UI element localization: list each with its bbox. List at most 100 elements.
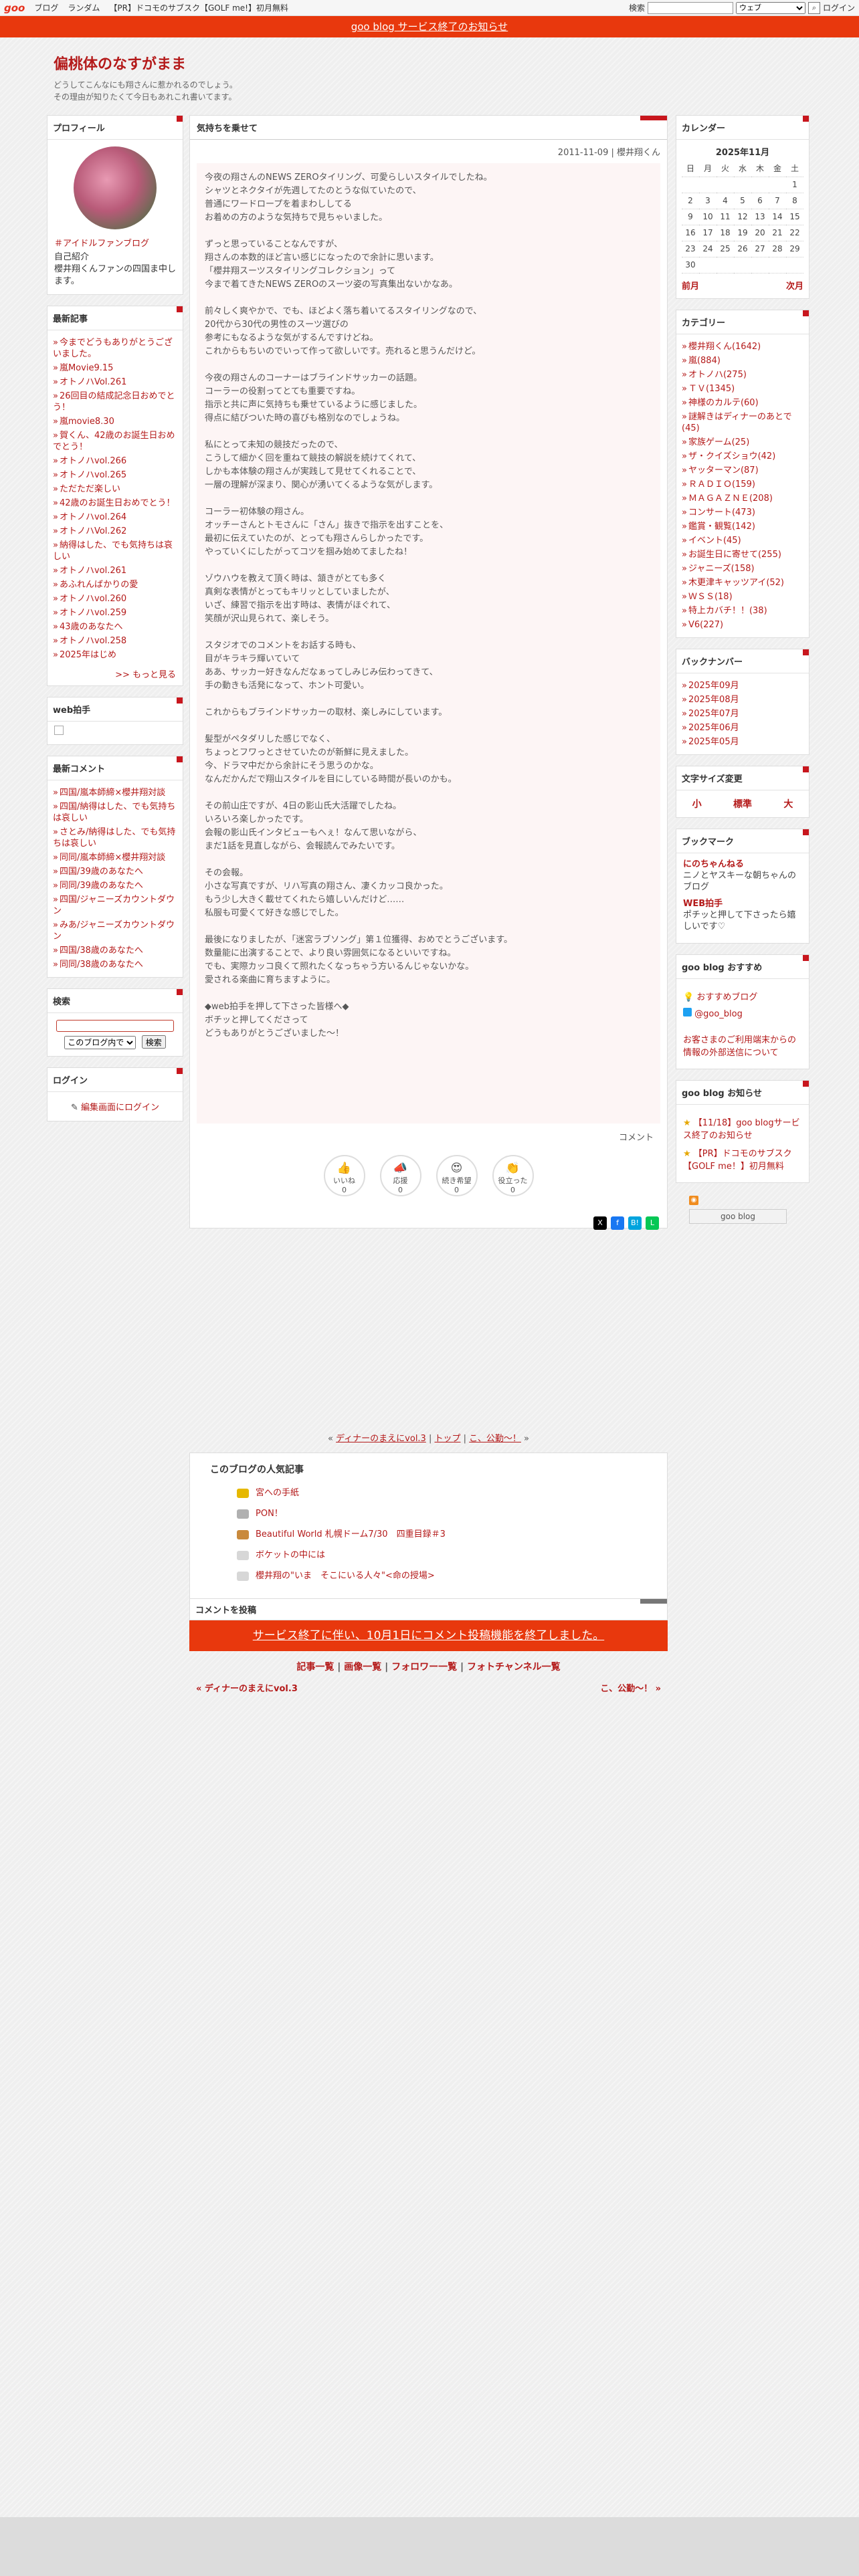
photo-channel-link[interactable]: フォトチャンネル一覧: [467, 1662, 561, 1673]
recent-post-item[interactable]: » オトノハvol.266: [53, 455, 177, 467]
category-item-link[interactable]: 特上カバチ！！(38): [688, 606, 767, 616]
recent-post-item-link[interactable]: オトノハVol.261: [60, 377, 126, 387]
followers-link[interactable]: フォロワー一覧: [391, 1662, 457, 1673]
hatena-share-icon[interactable]: B!: [628, 1216, 642, 1230]
category-item-link[interactable]: V6(227): [688, 620, 723, 630]
pager-top[interactable]: トップ: [435, 1434, 461, 1444]
font-normal-button[interactable]: 標準: [733, 797, 752, 811]
category-item[interactable]: » 家族ゲーム(25): [682, 437, 803, 448]
recent-post-item[interactable]: » オトノハvol.261: [53, 565, 177, 576]
goo-news-link-1[interactable]: 【11/18】goo blogサービス終了のお知らせ: [683, 1118, 800, 1141]
category-item-link[interactable]: オトノハ(275): [688, 370, 747, 380]
comment-link[interactable]: コメント: [619, 1133, 654, 1143]
next-post-link[interactable]: こ、公勤〜！ »: [600, 1681, 661, 1694]
category-item[interactable]: » ジャニーズ(158): [682, 563, 803, 574]
top-search-input[interactable]: [647, 1, 733, 14]
blog-search-input[interactable]: [56, 1020, 174, 1032]
recent-post-item-link[interactable]: 2025年はじめ: [60, 650, 116, 660]
category-item-link[interactable]: ＴＶ(1345): [688, 384, 735, 394]
category-item-link[interactable]: 家族ゲーム(25): [688, 437, 749, 447]
popular-item[interactable]: 櫻井翔の"いま そこにいる人々"<命の授場>: [237, 1568, 647, 1581]
recommend-blog-link[interactable]: おすすめブログ: [696, 992, 757, 1002]
goo-blog-badge[interactable]: goo blog: [689, 1208, 787, 1224]
popular-item-link[interactable]: Beautiful World 札幌ドーム7/30 四重目録＃3: [256, 1529, 446, 1539]
category-item[interactable]: » ＴＶ(1345): [682, 383, 803, 395]
recent-post-item-link[interactable]: オトノハvol.258: [60, 636, 126, 646]
prev-post-link[interactable]: « ディナーのまえにvol.3: [196, 1681, 298, 1694]
recent-comment-item[interactable]: » さとみ/納得はした、でも気持ちは哀しい: [53, 827, 177, 849]
backnumber-item[interactable]: » 2025年09月: [682, 680, 803, 691]
pager-next[interactable]: こ、公勤〜！: [469, 1434, 521, 1444]
category-item[interactable]: » 特上カバチ！！(38): [682, 605, 803, 617]
recent-post-item-link[interactable]: あふれんばかりの愛: [60, 580, 138, 590]
entry-title[interactable]: 気持ちを乗せて: [190, 116, 667, 140]
recent-comment-item[interactable]: » 四国/39歳のあなたへ: [53, 866, 177, 877]
blog-search-button[interactable]: 検索: [141, 1035, 166, 1049]
category-item-link[interactable]: イベント(45): [688, 536, 741, 546]
popular-item-link[interactable]: ボケットの中には: [256, 1550, 325, 1560]
facebook-share-icon[interactable]: f: [611, 1216, 624, 1230]
recent-post-item-link[interactable]: オトノハvol.261: [60, 566, 126, 576]
goo-news-link-2[interactable]: 【PR】ドコモのサブスク【GOLF me！】初月無料: [683, 1149, 792, 1172]
recent-post-item-link[interactable]: ただただ楽しい: [60, 484, 120, 494]
recent-post-item[interactable]: » オトノハvol.264: [53, 512, 177, 523]
recent-comment-item-link[interactable]: 四国/ジャニーズカウントダウン: [53, 895, 175, 916]
category-item-link[interactable]: ＲＡＤＩＯ(159): [688, 479, 755, 490]
backnumber-item[interactable]: » 2025年07月: [682, 708, 803, 720]
top-link-pr[interactable]: 【PR】ドコモのサブスク【GOLF me!】初月無料: [109, 2, 288, 13]
recent-comment-item-link[interactable]: 同同/39歳のあなたへ: [60, 881, 143, 891]
category-item-link[interactable]: お誕生日に寄せて(255): [688, 550, 781, 560]
pager-prev[interactable]: ディナーのまえにvol.3: [336, 1434, 426, 1444]
category-item[interactable]: » V6(227): [682, 619, 803, 631]
recent-post-item[interactable]: » 嵐movie8.30: [53, 416, 177, 427]
popular-item[interactable]: PON！: [237, 1506, 647, 1519]
recent-post-item-link[interactable]: オトノハvol.266: [60, 456, 126, 466]
recent-post-item-link[interactable]: 賀くん、42歳のお誕生日おめでとう！: [53, 431, 175, 452]
search-icon[interactable]: ⌕: [807, 1, 820, 14]
category-item-link[interactable]: 謎解きはディナーのあとで(45): [682, 412, 792, 433]
recent-post-item-link[interactable]: オトノハvol.264: [60, 512, 126, 522]
recent-comment-item[interactable]: » 四国/嵐本師締×櫻井翔対談: [53, 787, 177, 798]
backnumber-item-link[interactable]: 2025年09月: [688, 681, 739, 691]
recent-post-item[interactable]: » 43歳のあなたへ: [53, 621, 177, 633]
recent-comment-item[interactable]: » 四国/38歳のあなたへ: [53, 945, 177, 956]
recent-post-item[interactable]: » あふれんばかりの愛: [53, 579, 177, 591]
category-item[interactable]: » お誕生日に寄せて(255): [682, 549, 803, 560]
backnumber-item-link[interactable]: 2025年05月: [688, 737, 739, 747]
recent-post-item-link[interactable]: 嵐Movie9.15: [60, 363, 113, 373]
category-item[interactable]: » コンサート(473): [682, 507, 803, 518]
backnumber-item[interactable]: » 2025年05月: [682, 736, 803, 748]
category-item-link[interactable]: ＭＡＧＡＺＮＥ(208): [688, 494, 773, 504]
reaction-button[interactable]: 👏 役立った 0: [492, 1155, 534, 1196]
recent-comment-item[interactable]: » みあ/ジャニーズカウントダウン: [53, 920, 177, 942]
category-item-link[interactable]: ジャニーズ(158): [688, 564, 755, 574]
edit-login-link[interactable]: 編集画面にログイン: [81, 1103, 159, 1113]
category-item-link[interactable]: 神様のカルテ(60): [688, 398, 759, 408]
recent-post-item-link[interactable]: 嵐movie8.30: [60, 417, 114, 427]
profile-tag-link[interactable]: ＃アイドルファンブログ: [47, 236, 183, 249]
webclap-image[interactable]: [54, 726, 64, 735]
recent-post-item[interactable]: » オトノハvol.258: [53, 635, 177, 647]
category-item-link[interactable]: ヤッターマン(87): [688, 465, 759, 475]
backnumber-item-link[interactable]: 2025年06月: [688, 723, 739, 733]
top-link-random[interactable]: ランダム: [68, 2, 100, 13]
recent-post-item[interactable]: » 納得はした、でも気持ちは哀しい: [53, 540, 177, 562]
recent-post-item-link[interactable]: オトノハvol.259: [60, 608, 126, 618]
calendar-next[interactable]: 次月: [786, 279, 803, 292]
recent-post-item[interactable]: » ただただ楽しい: [53, 484, 177, 495]
backnumber-item[interactable]: » 2025年08月: [682, 694, 803, 706]
recent-comment-item[interactable]: » 同同/嵐本師締×櫻井翔対談: [53, 852, 177, 863]
category-item-link[interactable]: 木更津キャッツアイ(52): [688, 578, 784, 588]
recent-comment-item-link[interactable]: 四国/38歳のあなたへ: [60, 946, 143, 956]
recent-post-item[interactable]: » オトノハVol.261: [53, 377, 177, 388]
recent-comment-item[interactable]: » 同同/38歳のあなたへ: [53, 959, 177, 970]
external-transmission-link[interactable]: お客さまのご利用端末からの情報の外部送信について: [683, 1035, 796, 1058]
recent-post-item[interactable]: » オトノハvol.265: [53, 469, 177, 481]
comment-closed-link[interactable]: サービス終了に伴い、10月1日にコメント投稿機能を終了しました。: [253, 1629, 604, 1642]
category-item[interactable]: » イベント(45): [682, 535, 803, 546]
popular-item[interactable]: 宮への手紙: [237, 1485, 647, 1498]
backnumber-item-link[interactable]: 2025年07月: [688, 709, 739, 719]
category-item[interactable]: » ＷＳＳ(18): [682, 591, 803, 603]
category-item-link[interactable]: 嵐(884): [688, 356, 721, 366]
category-item-link[interactable]: 櫻井翔くん(1642): [688, 342, 761, 352]
